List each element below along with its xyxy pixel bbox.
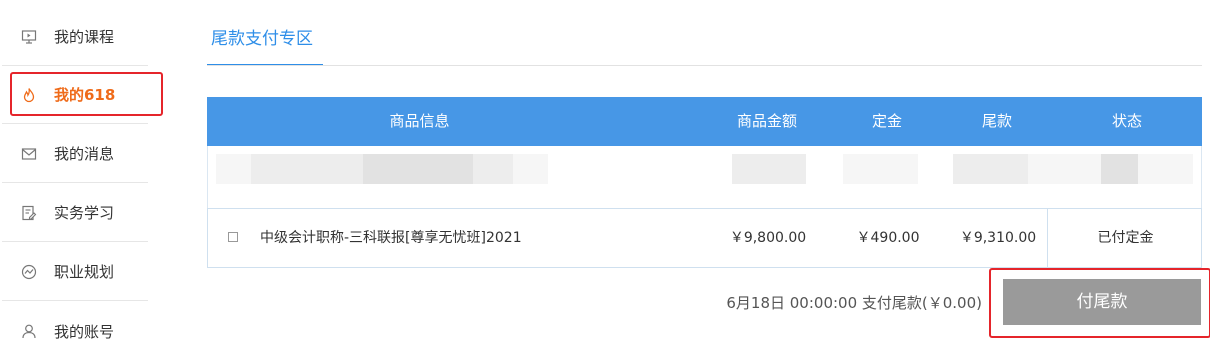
column-header-balance: 尾款 <box>981 112 1012 130</box>
mail-icon <box>20 145 38 163</box>
payment-deadline: 6月18日 00:00:00 支付尾款(￥0.00) <box>726 294 982 312</box>
column-header-price: 商品金额 <box>736 112 797 130</box>
sidebar-item-my-courses[interactable]: 我的课程 <box>2 8 148 66</box>
highlight-box <box>10 72 163 116</box>
sidebar-item-career-planning[interactable]: 职业规划 <box>2 243 148 301</box>
balance-amount: ￥9,310.00 <box>959 230 1037 246</box>
sidebar-item-my-account[interactable]: 我的账号 <box>2 302 148 360</box>
tab-balance-payment[interactable]: 尾款支付专区 <box>207 20 323 66</box>
sidebar-item-label: 我的消息 <box>54 145 115 163</box>
tab-divider <box>207 65 1202 66</box>
column-header-product-info: 商品信息 <box>389 112 450 130</box>
monitor-icon <box>20 28 38 46</box>
deposit-amount: ￥490.00 <box>856 230 920 246</box>
row-checkbox[interactable] <box>228 232 238 242</box>
blur-block <box>843 154 918 184</box>
status-text: 已付定金 <box>1097 230 1154 246</box>
highlight-box <box>989 268 1210 338</box>
column-header-deposit: 定金 <box>871 112 902 130</box>
blur-block <box>513 154 548 184</box>
product-price: ￥9,800.00 <box>729 230 807 246</box>
table-row: 中级会计职称-三科联报[尊享无忧班]2021 ￥9,800.00 ￥490.00… <box>207 208 1202 268</box>
column-header-status: 状态 <box>1111 112 1142 130</box>
blur-block <box>1101 154 1138 184</box>
sidebar-item-label: 我的账号 <box>54 322 115 341</box>
trend-circle-icon <box>20 263 38 281</box>
table-header: 商品信息 商品金额 定金 尾款 状态 <box>207 97 1202 146</box>
blur-block <box>363 154 473 184</box>
blur-block <box>732 154 806 184</box>
sidebar-item-label: 我的课程 <box>54 28 115 46</box>
user-icon <box>20 322 38 340</box>
edit-doc-icon <box>20 204 38 222</box>
sidebar-item-practice-learning[interactable]: 实务学习 <box>2 184 148 242</box>
sidebar-item-label: 实务学习 <box>54 204 115 222</box>
sidebar-item-my-messages[interactable]: 我的消息 <box>2 125 148 183</box>
product-name: 中级会计职称-三科联报[尊享无忧班]2021 <box>260 230 522 246</box>
blur-block <box>216 154 251 184</box>
blurred-row <box>207 146 1202 208</box>
blur-block <box>953 154 1028 184</box>
sidebar-item-label: 职业规划 <box>54 263 115 281</box>
